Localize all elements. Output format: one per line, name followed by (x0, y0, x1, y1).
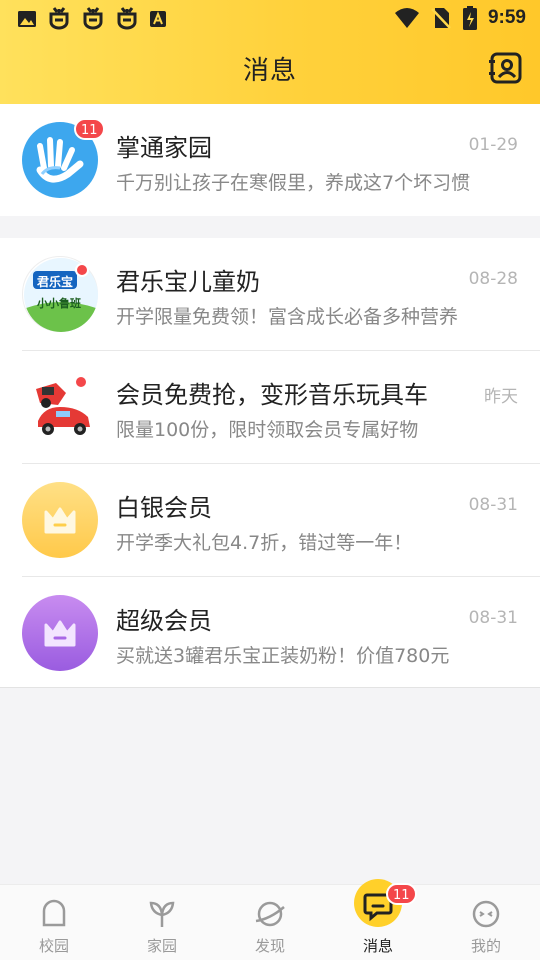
face-icon (472, 900, 500, 928)
crown-icon (44, 507, 76, 534)
avatar (22, 595, 98, 671)
message-item-toy-car[interactable]: 会员免费抢，变形音乐玩具车 昨天 限量100份，限时领取会员专属好物 (0, 351, 540, 464)
message-title: 掌通家园 (116, 134, 212, 162)
image-icon (18, 11, 36, 27)
school-icon (42, 899, 66, 927)
tab-home[interactable]: 家园 (108, 885, 216, 960)
message-date: 昨天 (484, 387, 518, 407)
message-title: 会员免费抢，变形音乐玩具车 (116, 381, 428, 409)
message-date: 08-31 (468, 495, 518, 515)
app-header: 9:59 消息 (0, 0, 540, 104)
message-item-super-member[interactable]: 超级会员 08-31 买就送3罐君乐宝正装奶粉！价值780元 (0, 577, 540, 690)
brand-logo-top-text: 君乐宝 (37, 275, 74, 289)
message-preview: 千万别让孩子在寒假里，养成这7个坏习惯 (116, 172, 471, 194)
a-box-icon (150, 11, 166, 27)
tab-label: 校园 (38, 937, 69, 955)
bug-icon (49, 7, 69, 30)
message-date: 08-31 (468, 608, 518, 628)
no-sim-icon (431, 8, 451, 29)
wifi-icon (394, 8, 419, 28)
battery-charging-icon (462, 6, 477, 30)
tab-label: 消息 (362, 937, 393, 955)
brand-logo-bottom-text: 小小鲁班 (37, 297, 81, 310)
status-time: 9:59 (487, 7, 526, 28)
crown-icon (44, 620, 76, 647)
bottom-tab-bar: 校园 家园 发现 11 消息 我的 (0, 879, 540, 960)
bug-icon (117, 7, 137, 30)
avatar: 君乐宝 小小鲁班 (22, 256, 98, 332)
message-title: 超级会员 (116, 607, 212, 635)
avatar (22, 482, 98, 558)
message-item-silver-member[interactable]: 白银会员 08-31 开学季大礼包4.7折，错过等一年！ (0, 464, 540, 577)
message-date: 08-28 (468, 269, 518, 289)
message-date: 01-29 (468, 135, 518, 155)
tab-label: 我的 (470, 937, 501, 955)
message-item-junlebao[interactable]: 君乐宝 小小鲁班 君乐宝儿童奶 08-28 开学限量免费领！富含成长必备多种营养 (0, 238, 540, 351)
sprout-icon (149, 901, 175, 927)
tab-label: 家园 (146, 937, 177, 955)
unread-dot (74, 375, 88, 389)
contacts-icon (489, 52, 522, 84)
tab-mine[interactable]: 我的 (432, 885, 540, 960)
message-preview: 买就送3罐君乐宝正装奶粉！价值780元 (116, 645, 450, 667)
message-preview: 开学季大礼包4.7折，错过等一年！ (116, 532, 413, 554)
tab-school[interactable]: 校园 (0, 885, 108, 960)
contacts-button[interactable] (488, 50, 524, 86)
message-item-zhangtong[interactable]: 11 掌通家园 01-29 千万别让孩子在寒假里，养成这7个坏习惯 (0, 104, 540, 216)
tab-discover[interactable]: 发现 (216, 885, 324, 960)
avatar (22, 369, 98, 445)
tab-label: 发现 (254, 937, 285, 955)
page-title: 消息 (242, 56, 297, 86)
status-left-icons (16, 6, 168, 32)
message-group-secondary: 君乐宝 小小鲁班 君乐宝儿童奶 08-28 开学限量免费领！富含成长必备多种营养… (0, 238, 540, 688)
bug-icon (83, 7, 103, 30)
avatar: 11 (22, 118, 105, 198)
message-title: 白银会员 (116, 494, 212, 522)
status-bar: 9:59 (0, 0, 540, 36)
unread-count-badge: 11 (74, 118, 105, 140)
message-preview: 开学限量免费领！富含成长必备多种营养 (116, 306, 459, 328)
planet-icon (255, 901, 285, 927)
unread-dot (75, 263, 89, 277)
tab-unread-badge: 11 (386, 883, 417, 905)
message-preview: 限量100份，限时领取会员专属好物 (116, 419, 419, 441)
status-right-icons: 9:59 (394, 5, 526, 31)
tab-messages[interactable]: 11 消息 (324, 879, 432, 960)
title-bar: 消息 (0, 36, 540, 104)
message-title: 君乐宝儿童奶 (116, 268, 260, 296)
message-group-primary: 11 掌通家园 01-29 千万别让孩子在寒假里，养成这7个坏习惯 (0, 104, 540, 216)
